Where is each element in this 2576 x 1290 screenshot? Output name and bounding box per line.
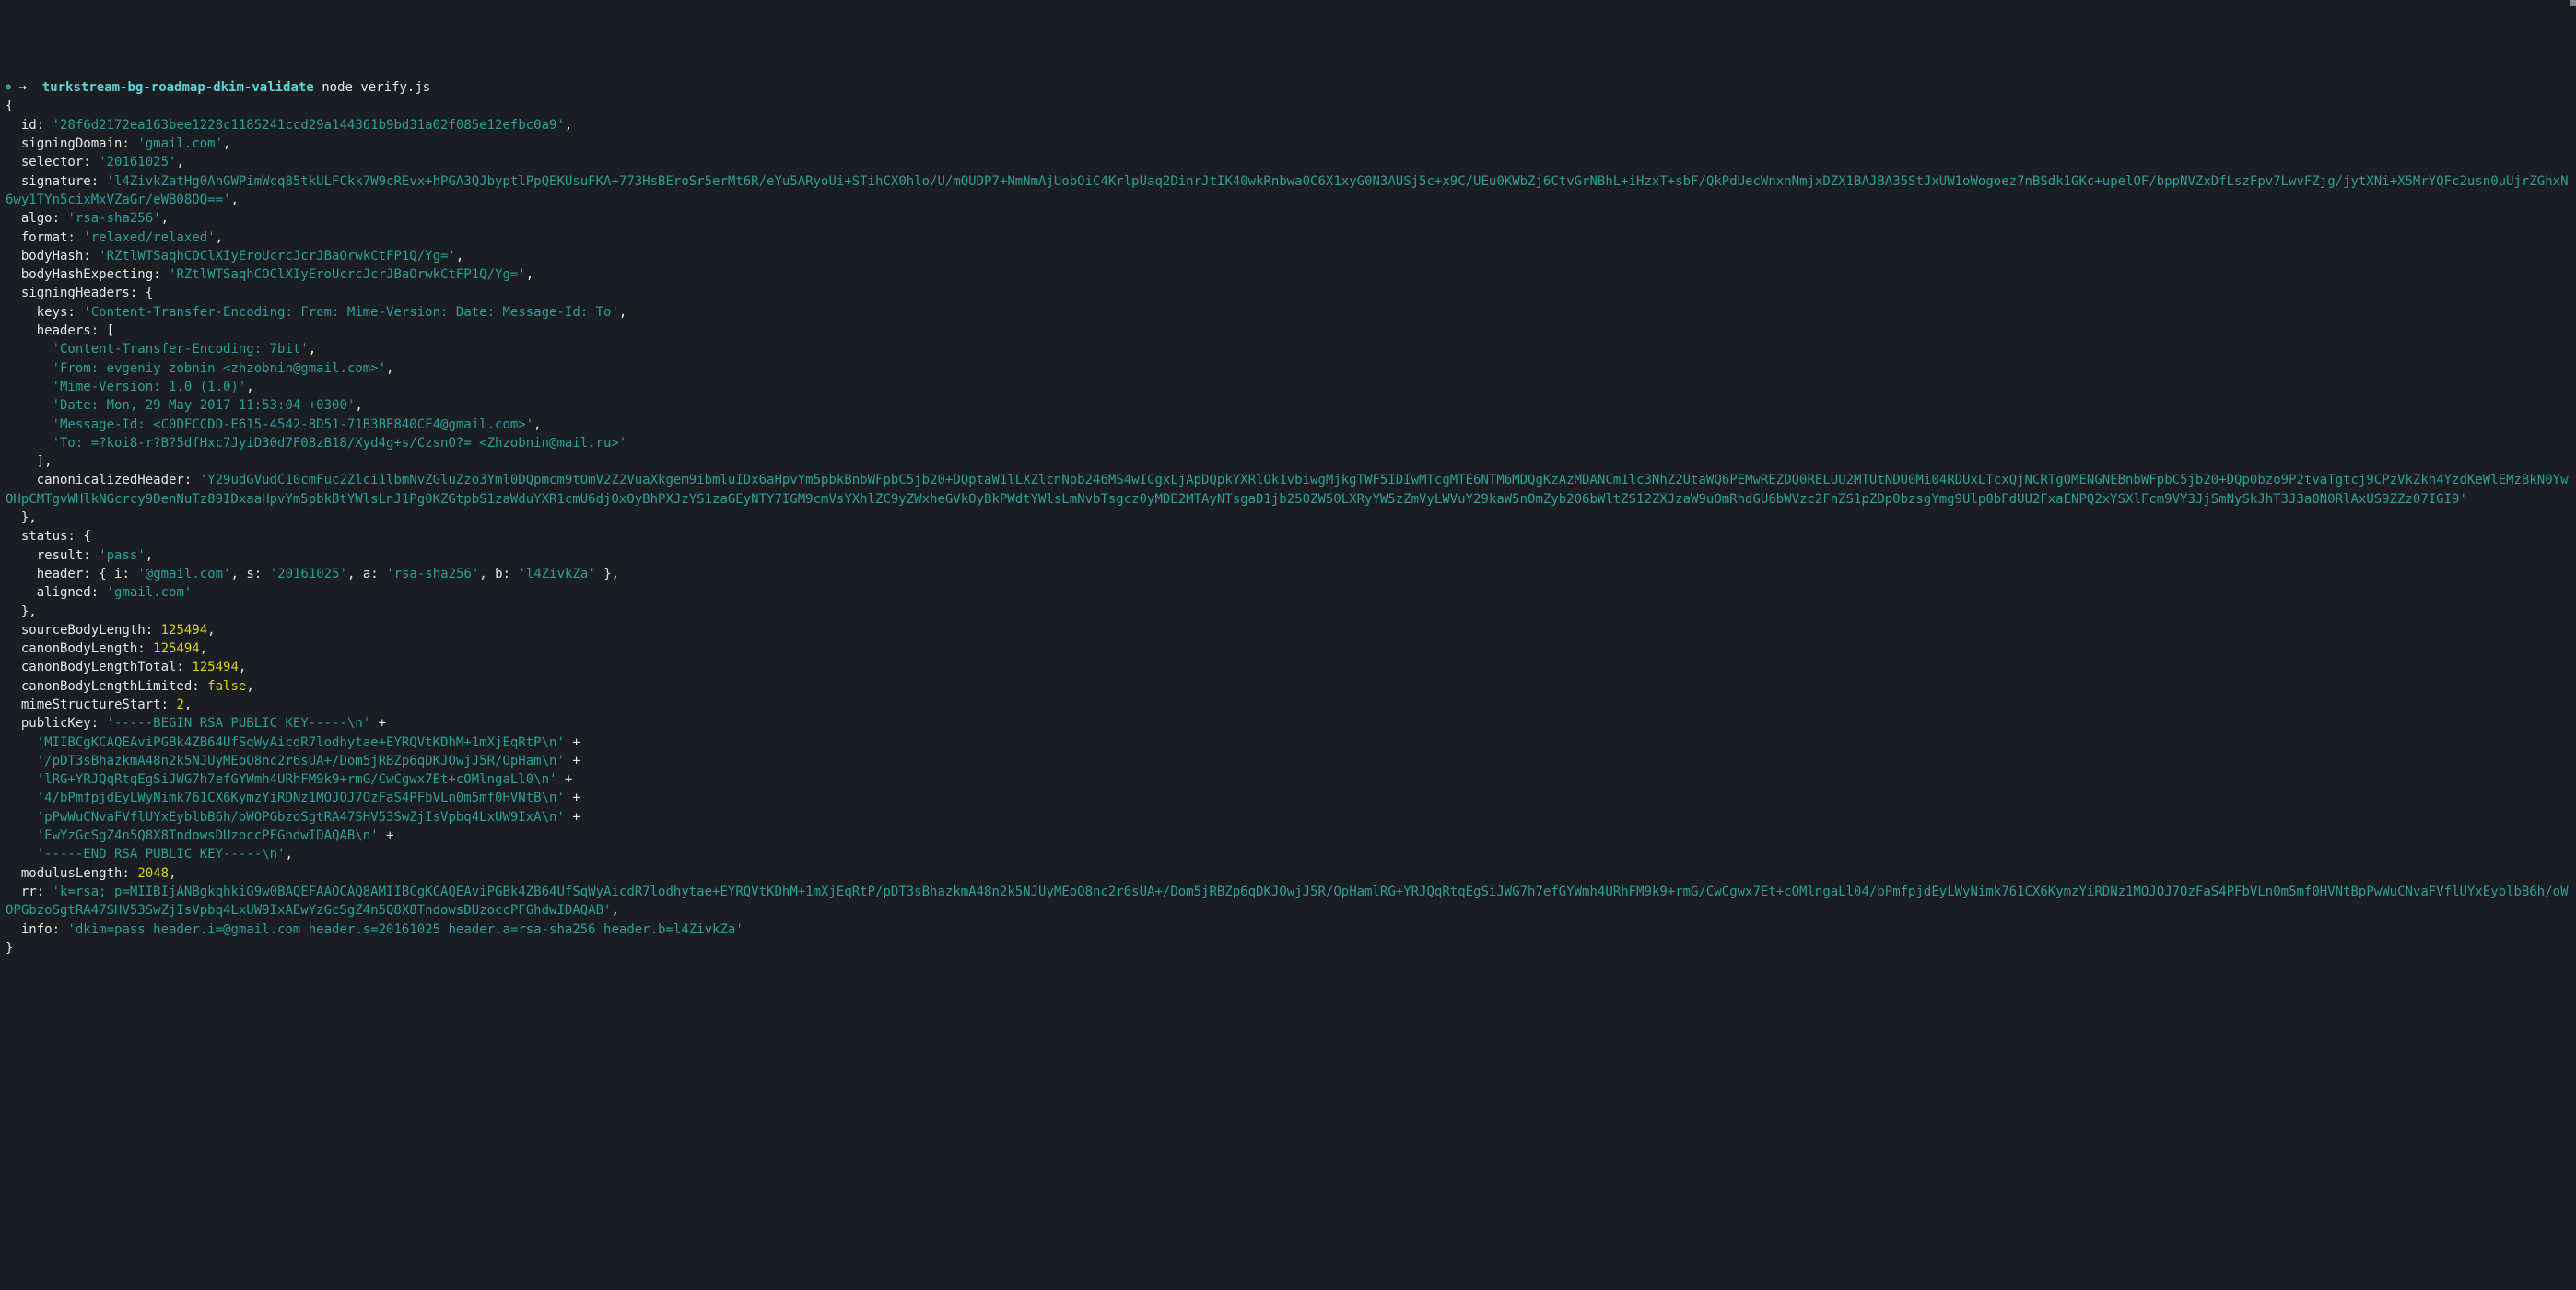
publickey-line: 'pPwWuCNvaFVflUYxEyblbB6h/oWOPGbzoSgtRA4… xyxy=(37,810,565,825)
publickey-line: 'MIIBCgKCAQEAviPGBk4ZB64UfSqWyAicdR7lodh… xyxy=(37,735,565,750)
publickey-line: 'lRG+YRJQqRtqEgSiJWG7h7efGYWmh4URhFM9k9+… xyxy=(37,772,557,787)
field-id: '28f6d2172ea163bee1228c1185241ccd29a1443… xyxy=(53,118,565,133)
field-canonicalizedHeader: 'Y29udGVudC10cmFuc2Zlci1lbmNvZGluZzo3Yml… xyxy=(6,473,2569,506)
header-item: 'Content-Transfer-Encoding: 7bit' xyxy=(53,342,309,357)
header-item: 'To: =?koi8-r?B?5dfHxc7JyiD30d7F08zB18/X… xyxy=(53,436,627,451)
publickey-line: '4/bPmfpjdEyLWyNimk761CX6KymzYiRDNz1MOJO… xyxy=(37,791,565,805)
field-bodyHash: 'RZtlWTSaqhCOClXIyEroUcrcJcrJBaOrwkCtFP1… xyxy=(99,249,456,264)
field-status-header-a: 'rsa-sha256' xyxy=(386,567,479,581)
field-info: 'dkim=pass header.i=@gmail.com header.s=… xyxy=(67,922,743,937)
field-canonBodyLength: 125494 xyxy=(153,641,200,656)
field-status-header-s: '20161025' xyxy=(270,567,347,581)
status-dot-icon: ● xyxy=(6,82,11,92)
field-modulusLength: 2048 xyxy=(137,866,169,881)
field-status-header-i: '@gmail.com' xyxy=(137,567,230,581)
field-rr: 'k=rsa; p=MIIBIjANBgkqhkiG9w0BAQEFAAOCAQ… xyxy=(6,885,2569,918)
prompt-arrow-icon: → xyxy=(18,80,26,95)
field-status-result: 'pass' xyxy=(99,548,146,563)
field-mimeStructureStart: 2 xyxy=(176,698,183,712)
field-canonBodyLengthTotal: 125494 xyxy=(192,660,239,674)
field-status-header-b: 'l4ZivkZa' xyxy=(518,567,595,581)
header-item: 'Message-Id: <C0DFCCDD-E615-4542-8D51-71… xyxy=(53,417,534,432)
field-signature: 'l4ZivkZatHg0AhGWPimWcq85tkULFCkk7W9cREv… xyxy=(6,174,2569,207)
field-signingDomain: 'gmail.com' xyxy=(137,136,223,151)
field-algo: 'rsa-sha256' xyxy=(67,211,160,226)
terminal-output[interactable]: ● → turkstream-bg-roadmap-dkim-validate … xyxy=(6,78,2570,957)
publickey-line: '-----END RSA PUBLIC KEY-----\n' xyxy=(37,847,286,862)
field-sourceBodyLength: 125494 xyxy=(161,623,208,638)
cwd-label: turkstream-bg-roadmap-dkim-validate xyxy=(42,80,314,95)
field-signingHeaders-keys: 'Content-Transfer-Encoding: From: Mime-V… xyxy=(83,305,619,320)
header-item: 'Mime-Version: 1.0 (1.0)' xyxy=(53,380,247,394)
publickey-line: 'EwYzGcSgZ4n5Q8X8TndowsDUzoccPFGhdwIDAQA… xyxy=(37,828,379,843)
field-canonBodyLengthLimited: false xyxy=(207,679,246,694)
command-text: node verify.js xyxy=(322,80,430,95)
header-item: 'From: evgeniy zobnin <zhzobnin@gmail.co… xyxy=(53,361,386,376)
field-bodyHashExpecting: 'RZtlWTSaqhCOClXIyEroUcrcJcrJBaOrwkCtFP1… xyxy=(169,267,526,282)
field-selector: '20161025' xyxy=(99,155,176,170)
publickey-line: '/pDT3sBhazkmA48n2k5NJUyMEoO8nc2r6sUA+/D… xyxy=(37,754,565,768)
field-status-aligned: 'gmail.com' xyxy=(107,585,193,600)
scrollbar-thumb[interactable] xyxy=(2570,0,2576,6)
publickey-line: '-----BEGIN RSA PUBLIC KEY-----\n' xyxy=(107,716,371,731)
header-item: 'Date: Mon, 29 May 2017 11:53:04 +0300' xyxy=(53,398,356,413)
field-format: 'relaxed/relaxed' xyxy=(83,230,215,245)
